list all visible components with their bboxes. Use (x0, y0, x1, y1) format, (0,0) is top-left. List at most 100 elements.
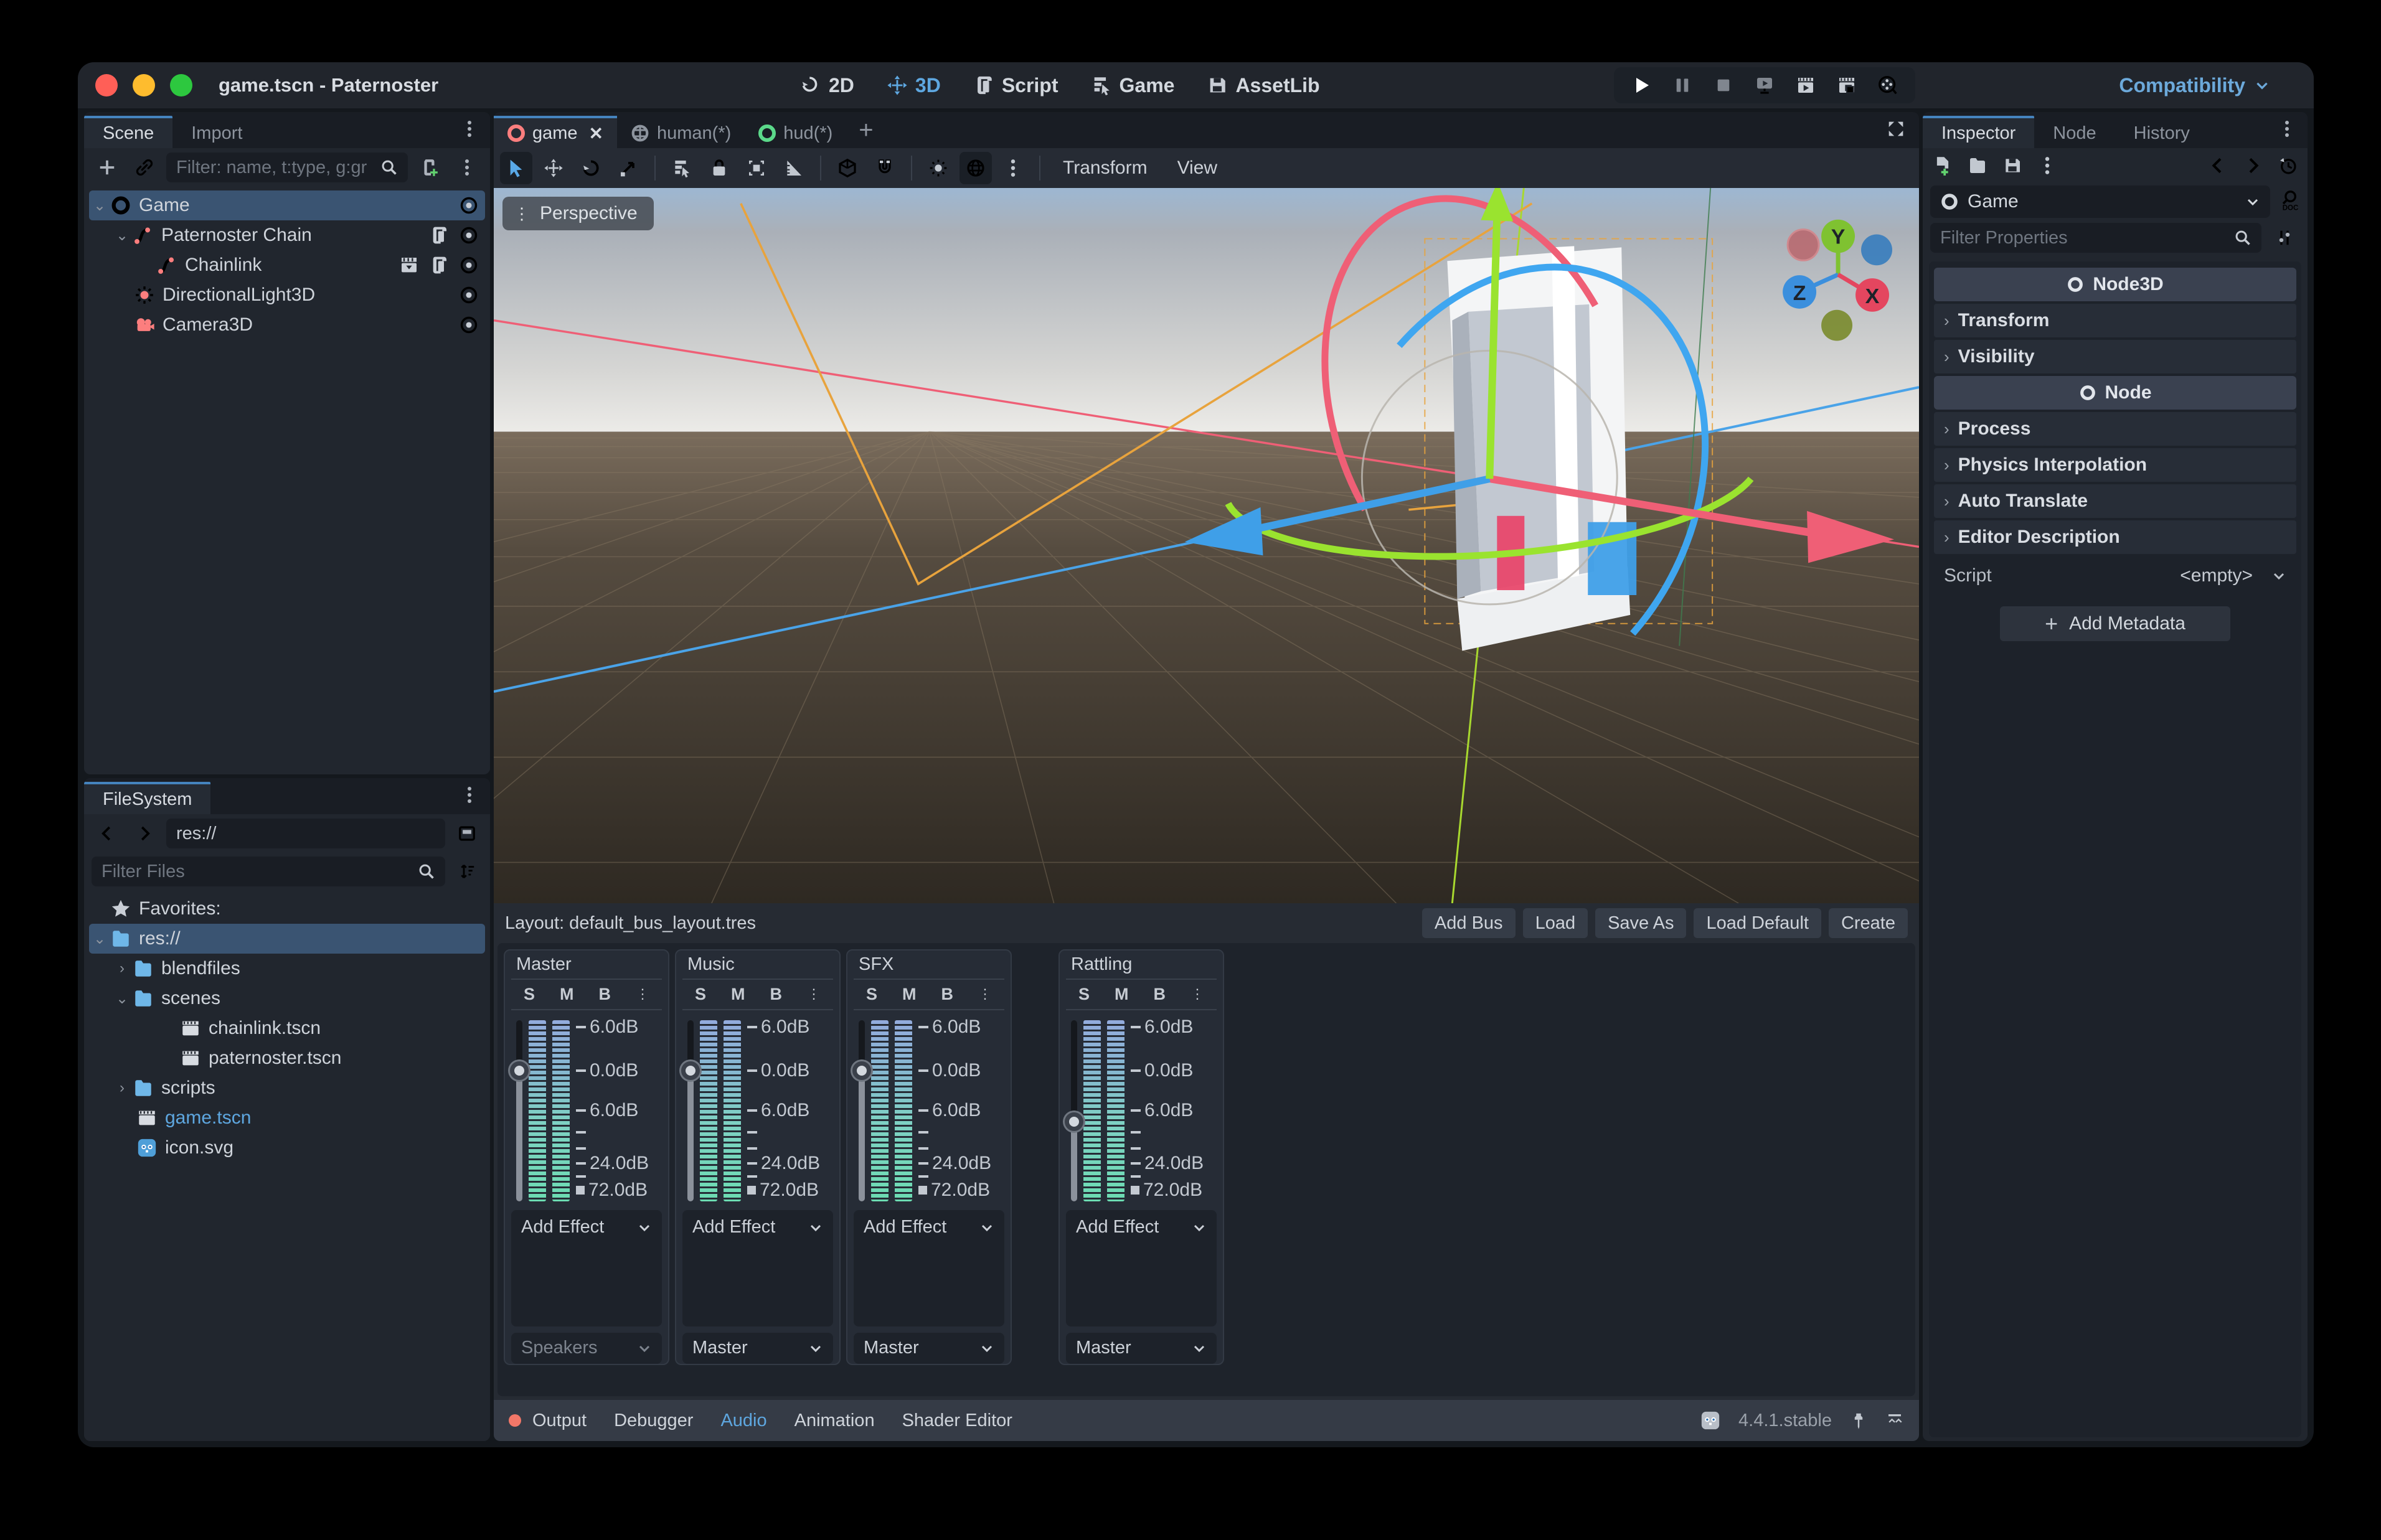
bypass-button[interactable]: B (1153, 985, 1166, 1004)
scene-filter-input[interactable]: Filter: name, t:type, g:gr (166, 153, 408, 182)
bypass-button[interactable]: B (598, 985, 611, 1004)
workspace-3d[interactable]: 3D (887, 74, 941, 97)
mute-button[interactable]: M (731, 985, 745, 1004)
bus-options-button[interactable]: ⋮ (1190, 991, 1204, 997)
expander-icon[interactable]: › (111, 1079, 133, 1097)
add-node-button[interactable] (92, 158, 123, 177)
tab-filesystem[interactable]: FileSystem (84, 782, 210, 814)
play-scene-button[interactable] (1796, 75, 1816, 95)
tree-row-directionallight3d[interactable]: DirectionalLight3D (89, 280, 485, 310)
macos-zoom-button[interactable] (170, 74, 192, 96)
workspace-game[interactable]: Game (1091, 74, 1175, 97)
scene-tab-hud[interactable]: hud(*) (745, 116, 846, 148)
tab-history[interactable]: History (2115, 116, 2209, 148)
nav-back-button[interactable] (92, 824, 123, 843)
local-space-button[interactable] (831, 152, 864, 184)
attach-script-button[interactable] (414, 158, 445, 177)
nav-forward-button[interactable] (129, 824, 160, 843)
fs-row-scripts[interactable]: › scripts (89, 1073, 485, 1103)
view-menu[interactable]: View (1165, 157, 1230, 179)
transform-menu[interactable]: Transform (1050, 157, 1160, 179)
tab-import[interactable]: Import (172, 116, 261, 148)
fs-row-blendfiles[interactable]: › blendfiles (89, 954, 485, 984)
bus-options-button[interactable]: ⋮ (978, 991, 992, 997)
visibility-icon[interactable] (459, 225, 479, 245)
fs-row-scenes[interactable]: ⌄ scenes (89, 984, 485, 1013)
toggle-split-mode-button[interactable] (451, 824, 483, 843)
ruler-mode-button[interactable] (778, 152, 810, 184)
add-effect-dropdown[interactable]: Add Effect (521, 1210, 652, 1245)
volume-slider[interactable] (687, 1020, 694, 1201)
add-metadata-button[interactable]: + Add Metadata (2000, 606, 2230, 641)
load-resource-button[interactable] (1968, 156, 1987, 179)
sun-environment-settings-button[interactable] (997, 152, 1029, 184)
load-default-layout-button[interactable]: Load Default (1694, 908, 1821, 938)
macos-minimize-button[interactable] (133, 74, 155, 96)
bottom-tab-shader-editor[interactable]: Shader Editor (902, 1411, 1012, 1431)
bus-options-button[interactable]: ⋮ (636, 991, 649, 997)
snap-toggle-button[interactable] (869, 152, 901, 184)
tree-row-paternoster-chain[interactable]: ⌄ Paternoster Chain (89, 220, 485, 250)
select-mode-button[interactable] (500, 152, 532, 184)
expander-icon[interactable]: ⌄ (89, 197, 110, 215)
solo-button[interactable]: S (1078, 985, 1090, 1004)
bottom-tab-audio[interactable]: Audio (720, 1411, 766, 1431)
load-layout-button[interactable]: Load (1523, 908, 1588, 938)
bus-name-field[interactable]: Master (511, 951, 662, 980)
volume-knob[interactable] (681, 1061, 700, 1080)
inspector-menu-button[interactable] (2266, 120, 2308, 141)
macos-close-button[interactable] (95, 74, 118, 96)
chevron-down-icon[interactable] (2271, 568, 2286, 583)
scene-tab-game[interactable]: game ✕ (494, 116, 617, 148)
send-target-dropdown[interactable]: Speakers (511, 1333, 662, 1364)
viewport-3d[interactable]: Y Z X ⋮ Perspective (494, 188, 1919, 903)
bottom-tab-output[interactable]: Output (532, 1411, 587, 1431)
script-icon[interactable] (429, 225, 449, 245)
script-icon[interactable] (429, 255, 449, 275)
scene-tree-menu-button[interactable] (451, 158, 483, 177)
play-button[interactable] (1631, 75, 1651, 95)
scene-tab-human[interactable]: human(*) (617, 116, 745, 148)
expander-icon[interactable]: › (111, 960, 133, 977)
new-scene-tab-button[interactable]: + (846, 116, 885, 144)
distraction-free-button[interactable] (1885, 118, 1919, 143)
add-effect-dropdown[interactable]: Add Effect (692, 1210, 823, 1245)
section-physics-interpolation[interactable]: ›Physics Interpolation (1934, 448, 2296, 482)
edited-node-selector[interactable]: Game (1930, 185, 2270, 218)
pin-panel-icon[interactable] (1849, 1411, 1868, 1430)
stop-button[interactable] (1714, 75, 1733, 95)
volume-slider[interactable] (516, 1020, 522, 1201)
tree-row-game[interactable]: ⌄ Game (89, 190, 485, 220)
solo-button[interactable]: S (524, 985, 535, 1004)
file-sort-button[interactable] (451, 862, 483, 881)
bottom-tab-debugger[interactable]: Debugger (614, 1411, 693, 1431)
instanced-scene-icon[interactable] (399, 255, 419, 275)
close-tab-icon[interactable]: ✕ (589, 123, 603, 144)
fs-row-favorites[interactable]: Favorites: (89, 894, 485, 924)
bus-name-field[interactable]: Rattling (1066, 951, 1217, 980)
workspace-2d[interactable]: 2D (800, 74, 854, 97)
lock-node-button[interactable] (703, 152, 735, 184)
new-resource-button[interactable] (1933, 156, 1953, 179)
section-editor-description[interactable]: ›Editor Description (1934, 520, 2296, 554)
section-transform[interactable]: ›Transform (1934, 304, 2296, 337)
section-process[interactable]: ›Process (1934, 412, 2296, 446)
list-select-button[interactable] (666, 152, 698, 184)
expander-icon[interactable]: ⌄ (111, 227, 133, 245)
property-tools-button[interactable] (2269, 228, 2300, 247)
volume-knob[interactable] (1065, 1112, 1083, 1131)
save-as-layout-button[interactable]: Save As (1595, 908, 1686, 938)
mute-button[interactable]: M (902, 985, 917, 1004)
script-property-value[interactable]: <empty> (2180, 565, 2253, 586)
move-mode-button[interactable] (537, 152, 570, 184)
bus-options-button[interactable]: ⋮ (807, 991, 821, 997)
fs-row-paternoster-tscn[interactable]: paternoster.tscn (89, 1043, 485, 1073)
bypass-button[interactable]: B (770, 985, 782, 1004)
workspace-assetlib[interactable]: AssetLib (1207, 74, 1319, 97)
solo-button[interactable]: S (866, 985, 877, 1004)
add-bus-button[interactable]: Add Bus (1422, 908, 1516, 938)
history-forward-button[interactable] (2243, 156, 2263, 179)
edit-history-button[interactable] (2278, 156, 2298, 179)
visibility-icon[interactable] (459, 195, 479, 215)
send-target-dropdown[interactable]: Master (1066, 1333, 1217, 1364)
